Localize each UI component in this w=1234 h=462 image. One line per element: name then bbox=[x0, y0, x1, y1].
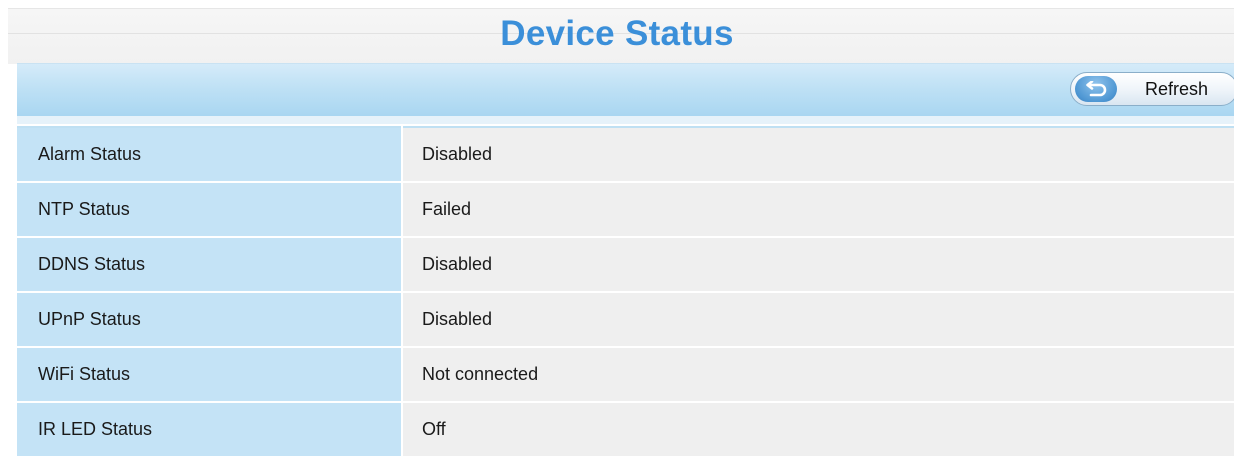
page-title: Device Status bbox=[500, 14, 734, 53]
table-row: WiFi Status Not connected bbox=[17, 346, 1234, 402]
status-label: WiFi Status bbox=[17, 346, 403, 402]
status-label: IR LED Status bbox=[17, 401, 403, 456]
toolbar-underline bbox=[17, 116, 1234, 124]
status-value: Disabled bbox=[402, 236, 1234, 292]
status-value: Disabled bbox=[402, 126, 1234, 182]
status-label: NTP Status bbox=[17, 181, 403, 237]
status-value: Failed bbox=[402, 181, 1234, 237]
status-table: Alarm Status Disabled NTP Status Failed … bbox=[17, 126, 1234, 456]
status-label: DDNS Status bbox=[17, 236, 403, 292]
status-value: Not connected bbox=[402, 346, 1234, 402]
status-label: Alarm Status bbox=[17, 126, 403, 182]
toolbar: Refresh bbox=[17, 63, 1234, 116]
refresh-label: Refresh bbox=[1145, 79, 1209, 99]
table-row: IR LED Status Off bbox=[17, 401, 1234, 456]
table-row: UPnP Status Disabled bbox=[17, 291, 1234, 347]
device-status-page: Device Status Refresh Alarm Status Disab… bbox=[0, 0, 1234, 462]
refresh-arrow-icon bbox=[1075, 76, 1117, 102]
table-row: NTP Status Failed bbox=[17, 181, 1234, 237]
table-row: Alarm Status Disabled bbox=[17, 126, 1234, 182]
table-row: DDNS Status Disabled bbox=[17, 236, 1234, 292]
status-value: Disabled bbox=[402, 291, 1234, 347]
status-value: Off bbox=[402, 401, 1234, 456]
status-label: UPnP Status bbox=[17, 291, 403, 347]
refresh-button[interactable]: Refresh bbox=[1070, 72, 1234, 106]
